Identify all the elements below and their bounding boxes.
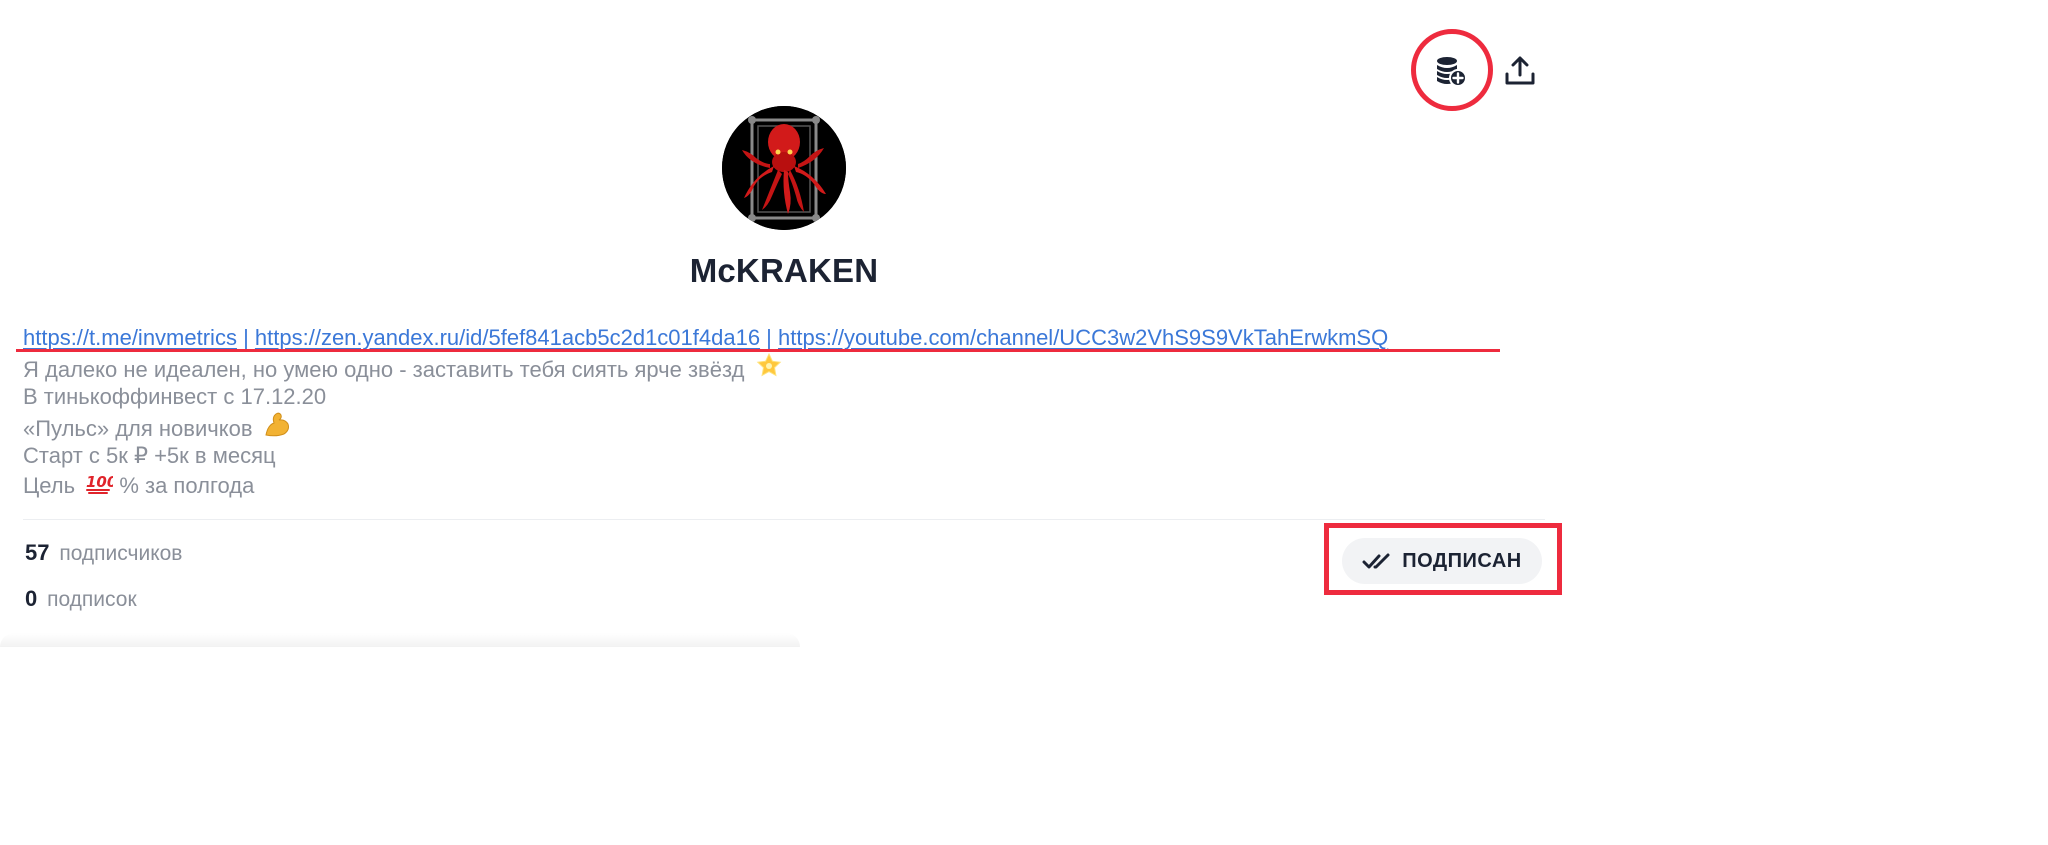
- bio-line: Цель 100 % за полгода: [23, 470, 1523, 500]
- bio-line: Старт с 5к ₽ +5к в месяц: [23, 443, 276, 468]
- avatar: [722, 106, 846, 230]
- annotation-underline: [16, 349, 1500, 352]
- glowing-star-emoji: [756, 352, 781, 376]
- link-zen[interactable]: https://zen.yandex.ru/id/5fef841acb5c2d1…: [255, 325, 760, 350]
- share-upload-icon: [1505, 56, 1535, 85]
- double-check-icon: [1362, 553, 1390, 569]
- bottom-shadow: [0, 633, 800, 647]
- bio-line: «Пульс» для новичков: [23, 411, 1523, 443]
- following-count: 0: [25, 586, 38, 611]
- kraken-avatar-image: [722, 106, 846, 230]
- bio-links: https://t.me/invmetrics | https://zen.ya…: [23, 324, 1523, 352]
- profile-name: McKRAKEN: [689, 252, 879, 289]
- divider: [23, 519, 1545, 520]
- link-telegram[interactable]: https://t.me/invmetrics: [23, 325, 237, 350]
- link-youtube[interactable]: https://youtube.com/channel/UCC3w2VhS9S9…: [778, 325, 1388, 350]
- hundred-points-emoji: 100: [86, 473, 113, 494]
- flexed-biceps-emoji: [265, 412, 289, 436]
- svg-text:100: 100: [86, 473, 113, 491]
- link-separator: |: [236, 325, 255, 350]
- following-stat[interactable]: 0 подписок: [25, 586, 137, 612]
- bio-line: В тинькоффинвест с 17.12.20: [23, 384, 327, 409]
- bio-line: Я далеко не идеален, но умею одно - заст…: [23, 352, 1523, 384]
- link-separator: |: [760, 325, 779, 350]
- share-button[interactable]: [1497, 48, 1543, 94]
- followers-label: подписчиков: [59, 542, 183, 565]
- following-label: подписок: [47, 588, 137, 611]
- add-coins-button[interactable]: [1428, 48, 1474, 94]
- subscribed-label: ПОДПИСАН: [1402, 549, 1522, 572]
- subscribed-button[interactable]: ПОДПИСАН: [1342, 538, 1542, 584]
- coins-plus-icon: [1437, 57, 1467, 87]
- followers-count: 57: [25, 540, 50, 565]
- followers-stat[interactable]: 57 подписчиков: [25, 540, 182, 566]
